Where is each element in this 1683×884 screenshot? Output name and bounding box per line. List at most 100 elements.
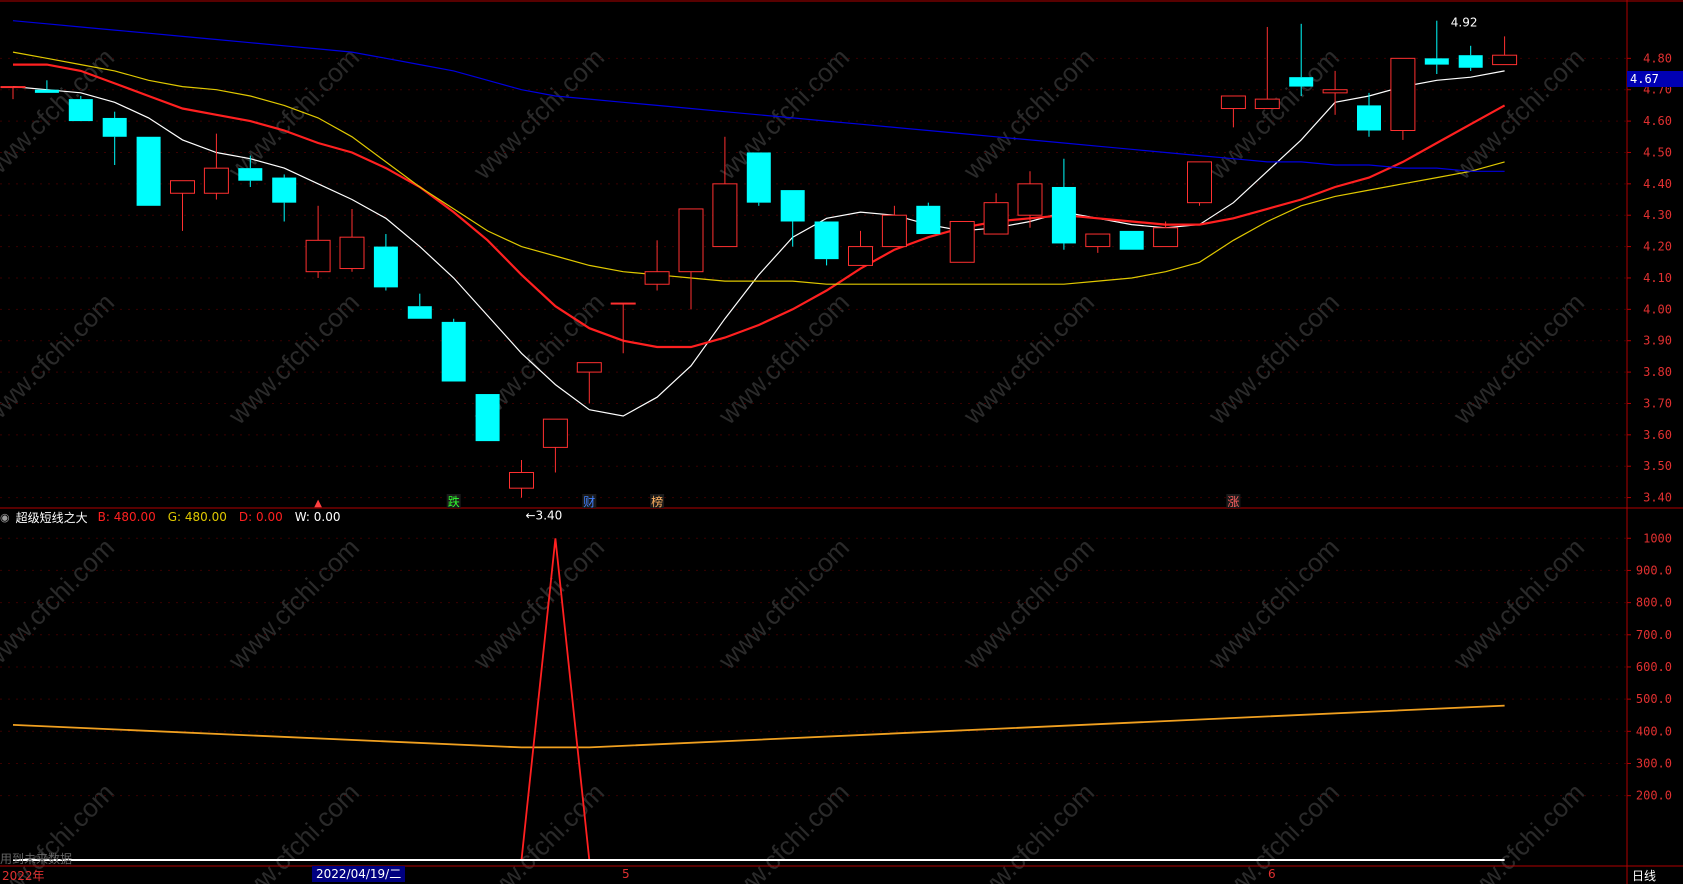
price-axis: 4.804.704.604.504.404.304.204.104.003.90… [1627,51,1672,505]
candle-body-down [102,117,127,137]
watermark-text: www.cfchi.com [467,532,610,675]
candle-body-down [1424,58,1449,65]
price-tick-label: 3.80 [1643,365,1672,379]
event-marker: 涨 [1227,494,1239,509]
watermark-text: www.cfchi.com [712,42,855,185]
candle-body-up [678,208,704,273]
candle-body-up [1322,89,1348,94]
candle-body-up [339,236,365,270]
indicator-title: 超级短线之大 [15,510,88,525]
indicator-legend: ◉ 超级短线之大 B: 480.00 G: 480.00 D: 0.00 W: … [0,508,347,526]
candle-body-down [1051,186,1076,244]
legend-w: W: 0.00 [294,510,341,524]
indicator-tick-label: 300.0 [1636,756,1672,770]
candle-body-up [949,220,975,263]
watermark-text: www.cfchi.com [0,287,120,430]
chart-canvas[interactable]: www.cfchi.com www.cfchi.com www.cfchi.com w… [0,0,1683,884]
legend-b: B: 480.00 [97,510,156,524]
legend-d: D: 0.00 [238,510,283,524]
candle-body-down [407,306,432,319]
event-markers[interactable]: 跌财榜涨▲ [314,494,1241,509]
price-tick-label: 4.00 [1643,302,1672,316]
future-data-note: 用到未来数据 [0,852,73,866]
watermark-text: www.cfchi.com [712,532,855,675]
candle-body-up [1153,227,1179,248]
watermark-text: www.cfchi.com [222,42,365,185]
candle-body-up [610,302,636,305]
candle-body-up [305,239,331,273]
candle-body-down [68,99,93,122]
candle-body-down [136,136,161,206]
indicator-tick-label: 500.0 [1636,692,1672,706]
candle-body-up [576,362,602,373]
watermark-text: www.cfchi.com [1202,287,1345,430]
candle-body-down [475,394,500,442]
price-grid [0,57,1627,499]
price-tick-label: 4.30 [1643,208,1672,222]
time-axis-bar: 2022年 2022/04/19/二 5 6 日线 [0,866,1683,884]
candle-body-up [1254,98,1280,110]
candle-body-down [1458,55,1483,68]
event-marker: 跌 [448,494,460,509]
candle-body-down [238,168,263,181]
settings-icon[interactable]: ◉ [0,511,10,524]
cursor-date[interactable]: 2022/04/19/二 [312,866,406,882]
indicator-series-G [12,704,1505,749]
candle-body-up [203,167,229,194]
candle-body-up [0,86,26,89]
candle-body-up [1390,57,1416,131]
candle-body-up [1017,183,1043,216]
candle-body-down [780,190,805,222]
event-marker: 榜 [651,494,663,509]
watermark-text: www.cfchi.com [957,287,1100,430]
price-tick-label: 3.60 [1643,428,1672,442]
price-tick-label: 3.50 [1643,459,1672,473]
candle-body-up [509,471,534,489]
candle-body-down [1119,230,1144,250]
price-tick-label: 3.70 [1643,396,1672,410]
candle-body-down [1357,105,1381,131]
watermark-text: www.cfchi.com [957,532,1100,675]
candle-body-up [1085,233,1111,248]
indicator-tick-label: 900.0 [1636,563,1672,577]
high-price-label: 4.92 [1451,16,1478,30]
watermark-text: www.cfchi.com [222,287,365,430]
price-tick-label: 3.90 [1643,334,1672,348]
month-label-6: 6 [1268,867,1276,881]
legend-g: G: 480.00 [167,510,227,524]
candle-body-down [34,89,59,93]
indicator-tick-label: 700.0 [1636,628,1672,642]
candle-body-up [1492,54,1518,66]
low-price-label: ←3.40 [526,509,563,523]
indicator-tick-label: 1000 [1643,531,1672,545]
price-tick-label: 4.50 [1643,145,1672,159]
candle-body-up [542,418,568,448]
watermark-text: www.cfchi.com [1447,532,1590,675]
candle-body-down [746,152,771,203]
watermark-text: www.cfchi.com [222,532,365,675]
year-label: 2022年 [2,869,45,883]
candle-body-up [712,183,738,248]
indicator-tick-label: 800.0 [1636,596,1672,610]
candle-body-up [848,246,873,266]
candle-body-up [983,202,1009,235]
candle-body-down [373,246,398,288]
event-marker: 财 [583,495,595,509]
price-tick-label: 4.60 [1643,114,1672,128]
price-tick-label: 4.80 [1643,51,1672,65]
watermark-text: www.cfchi.com [957,42,1100,185]
indicator-tick-label: 400.0 [1636,724,1672,738]
watermark-text: www.cfchi.com [0,532,120,675]
indicator-tick-label: 600.0 [1636,660,1672,674]
price-tick-label: 4.10 [1643,271,1672,285]
candle-body-down [1289,77,1314,87]
candle-body-up [644,271,670,285]
candle-body-down [272,177,297,203]
indicator-tick-label: 200.0 [1636,789,1672,803]
candle-body-down [814,221,839,260]
last-price-tag: 4.67 [1627,71,1683,87]
candle-body-up [170,180,195,194]
price-tick-label: 3.40 [1643,491,1672,505]
month-label-5: 5 [622,867,630,881]
period-button[interactable]: 日线 [1632,867,1656,884]
